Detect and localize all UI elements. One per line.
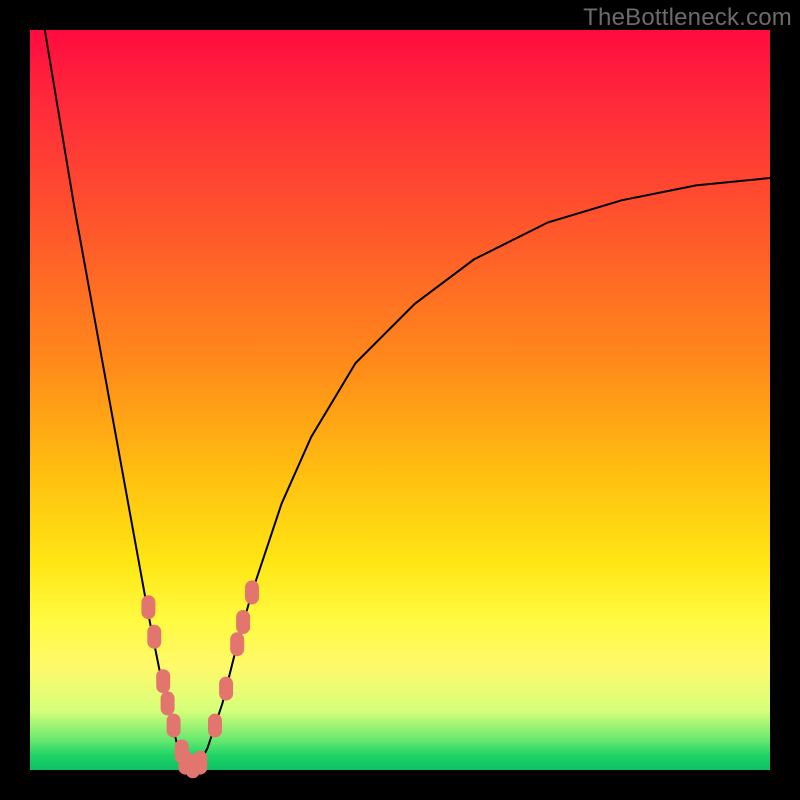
- chart-frame: TheBottleneck.com: [0, 0, 800, 800]
- watermark-text: TheBottleneck.com: [583, 4, 792, 32]
- bottleneck-curve: [45, 30, 770, 770]
- marker-dot: [161, 691, 175, 715]
- marker-dot: [236, 610, 250, 634]
- plot-area: [30, 30, 770, 770]
- marker-dot: [208, 714, 222, 738]
- curve-svg: [30, 30, 770, 770]
- marker-dot: [167, 714, 181, 738]
- marker-dot: [147, 625, 161, 649]
- highlight-markers: [141, 580, 259, 778]
- marker-dot: [219, 677, 233, 701]
- marker-dot: [230, 632, 244, 656]
- marker-dot: [245, 580, 259, 604]
- marker-dot: [141, 595, 155, 619]
- marker-dot: [193, 751, 207, 775]
- marker-dot: [156, 669, 170, 693]
